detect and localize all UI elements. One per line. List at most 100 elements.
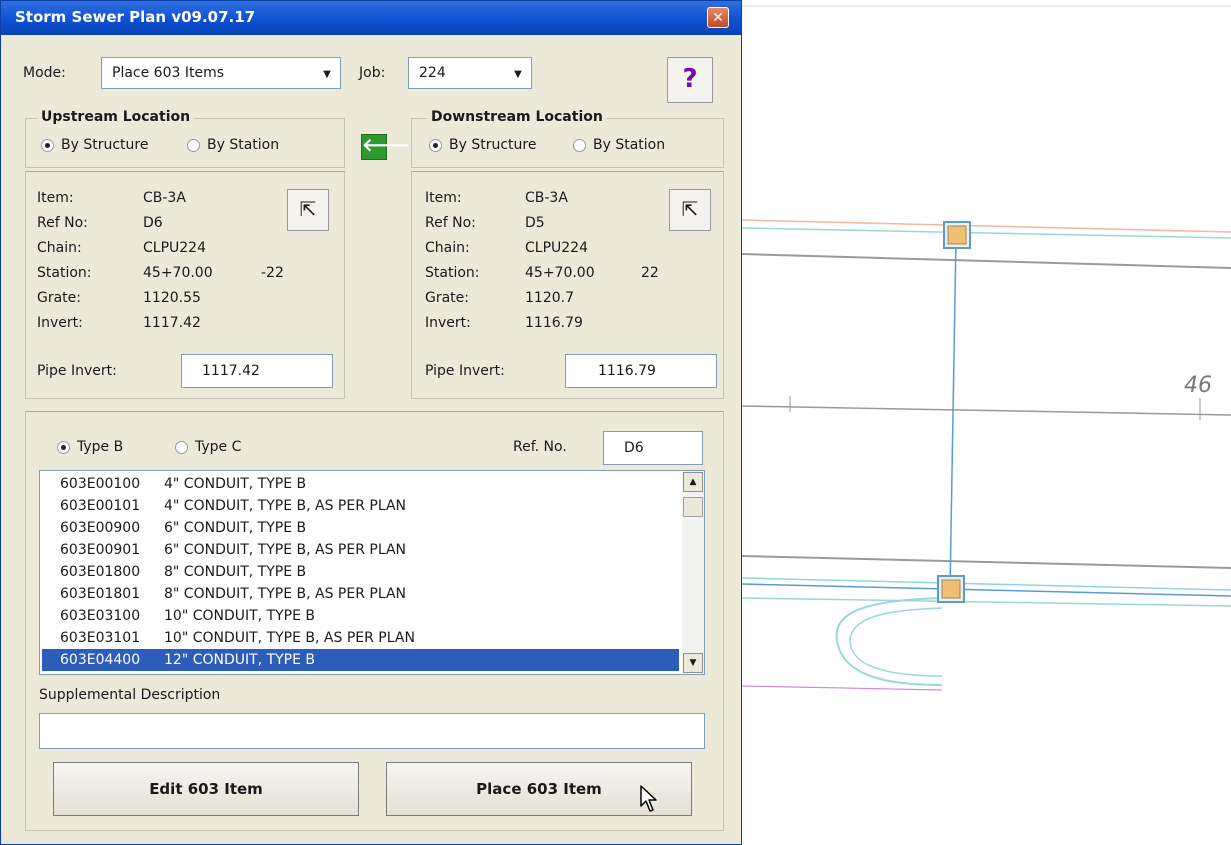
item-description: 10" CONDUIT, TYPE B xyxy=(164,608,316,624)
item-description: 6" CONDUIT, TYPE B xyxy=(164,520,307,536)
list-item[interactable]: 603E04400 12" CONDUIT, TYPE B xyxy=(42,649,679,671)
arrow-left-icon: 🡐 xyxy=(362,135,411,156)
item-description: 8" CONDUIT, TYPE B xyxy=(164,564,307,580)
upstream-title: Upstream Location xyxy=(37,109,195,125)
upstream-pipe-invert-label: Pipe Invert: xyxy=(37,363,117,379)
upstream-station-label: Station: xyxy=(37,265,92,281)
refno-input[interactable]: D6 xyxy=(603,431,703,465)
chevron-down-icon[interactable]: ▼ xyxy=(507,60,529,86)
downstream-title: Downstream Location xyxy=(427,109,607,125)
upstream-refno-label: Ref No: xyxy=(37,215,88,231)
downstream-grate-value: 1120.7 xyxy=(525,290,574,306)
item-code: 603E01800 xyxy=(60,564,141,580)
cursor-select-icon: ⇱ xyxy=(681,197,699,221)
list-item[interactable]: 603E00101 4" CONDUIT, TYPE B, AS PER PLAN xyxy=(42,495,679,517)
list-item[interactable]: 603E00900 6" CONDUIT, TYPE B xyxy=(42,517,679,539)
supplemental-description-input[interactable] xyxy=(39,713,705,749)
downstream-invert-value: 1116.79 xyxy=(525,315,583,331)
mouse-cursor-icon xyxy=(640,785,657,812)
cursor-select-icon: ⇱ xyxy=(299,197,317,221)
help-button[interactable]: ? xyxy=(667,57,713,103)
scroll-thumb[interactable] xyxy=(683,497,703,517)
item-description: 8" CONDUIT, TYPE B, AS PER PLAN xyxy=(164,586,407,602)
item-code: 603E03100 xyxy=(60,608,141,624)
downstream-pipe-invert-value: 1116.79 xyxy=(598,363,656,379)
item-description: 12" CONDUIT, TYPE B xyxy=(164,652,316,668)
list-item[interactable]: 603E00100 4" CONDUIT, TYPE B xyxy=(42,473,679,495)
downstream-by-station-radio[interactable] xyxy=(573,139,586,152)
downstream-by-structure-radio[interactable] xyxy=(429,139,442,152)
downstream-station-label: Station: xyxy=(425,265,480,281)
upstream-item-label: Item: xyxy=(37,190,74,206)
close-button[interactable]: ✕ xyxy=(707,7,729,28)
item-description: 4" CONDUIT, TYPE B xyxy=(164,476,307,492)
upstream-by-structure-radio[interactable] xyxy=(41,139,54,152)
job-value: 224 xyxy=(419,65,446,81)
downstream-refno-label: Ref No: xyxy=(425,215,476,231)
cad-drawing-view[interactable]: 46 xyxy=(742,0,1231,845)
upstream-by-station-radio[interactable] xyxy=(187,139,200,152)
upstream-offset-value: -22 xyxy=(261,265,284,281)
copy-location-button[interactable]: 🡐 xyxy=(361,134,410,160)
type-c-radio[interactable] xyxy=(175,441,188,454)
mode-select[interactable]: Place 603 Items ▼ xyxy=(101,57,341,89)
downstream-grate-label: Grate: xyxy=(425,290,470,306)
upstream-station-value: 45+70.00 xyxy=(143,265,213,281)
screen: Storm Sewer Plan v09.07.17 ✕ Mode: Place… xyxy=(0,0,1231,845)
cad-station-label: 46 xyxy=(1184,373,1212,398)
upstream-pick-structure-button[interactable]: ⇱ xyxy=(287,189,329,231)
downstream-station-value: 45+70.00 xyxy=(525,265,595,281)
upstream-grate-label: Grate: xyxy=(37,290,82,306)
job-label: Job: xyxy=(359,65,386,81)
upstream-grate-value: 1120.55 xyxy=(143,290,201,306)
mode-value: Place 603 Items xyxy=(112,65,225,81)
list-item[interactable]: 603E03100 10" CONDUIT, TYPE B xyxy=(42,605,679,627)
item-code: 603E01801 xyxy=(60,586,141,602)
refno-value: D6 xyxy=(624,440,644,456)
item-description: 6" CONDUIT, TYPE B, AS PER PLAN xyxy=(164,542,407,558)
item-code: 603E00101 xyxy=(60,498,141,514)
title-bar[interactable]: Storm Sewer Plan v09.07.17 ✕ xyxy=(1,1,741,35)
upstream-pipe-invert-value: 1117.42 xyxy=(202,363,260,379)
refno-label: Ref. No. xyxy=(513,439,567,455)
item-code: 603E00901 xyxy=(60,542,141,558)
item-code: 603E00900 xyxy=(60,520,141,536)
chevron-down-icon[interactable]: ▼ xyxy=(316,60,338,86)
downstream-pipe-invert-input[interactable]: 1116.79 xyxy=(565,354,717,388)
window-title: Storm Sewer Plan v09.07.17 xyxy=(15,8,256,26)
scroll-down-button[interactable]: ▼ xyxy=(683,653,703,673)
upstream-pipe-invert-input[interactable]: 1117.42 xyxy=(181,354,333,388)
list-item[interactable]: 603E01801 8" CONDUIT, TYPE B, AS PER PLAN xyxy=(42,583,679,605)
upstream-invert-value: 1117.42 xyxy=(143,315,201,331)
downstream-by-station-label: By Station xyxy=(593,137,666,153)
downstream-invert-label: Invert: xyxy=(425,315,471,331)
downstream-refno-value: D5 xyxy=(525,215,545,231)
item-description: 4" CONDUIT, TYPE B, AS PER PLAN xyxy=(164,498,407,514)
item-code: 603E00100 xyxy=(60,476,141,492)
list-item[interactable]: 603E01800 8" CONDUIT, TYPE B xyxy=(42,561,679,583)
list-item[interactable]: 603E00901 6" CONDUIT, TYPE B, AS PER PLAN xyxy=(42,539,679,561)
upstream-invert-label: Invert: xyxy=(37,315,83,331)
scroll-up-button[interactable]: ▲ xyxy=(683,472,703,492)
upstream-item-value: CB-3A xyxy=(143,190,186,206)
downstream-pipe-invert-label: Pipe Invert: xyxy=(425,363,505,379)
edit-603-item-button[interactable]: Edit 603 Item xyxy=(53,762,359,816)
storm-sewer-dialog: Storm Sewer Plan v09.07.17 ✕ Mode: Place… xyxy=(0,0,742,845)
item-code: 603E04400 xyxy=(60,652,141,668)
upstream-chain-value: CLPU224 xyxy=(143,240,206,256)
downstream-item-value: CB-3A xyxy=(525,190,568,206)
supplemental-description-label: Supplemental Description xyxy=(39,687,221,703)
downstream-chain-value: CLPU224 xyxy=(525,240,588,256)
items-listbox[interactable]: 603E00100 4" CONDUIT, TYPE B 603E00101 4" C… xyxy=(39,470,705,675)
type-c-label: Type C xyxy=(195,439,242,455)
listbox-scrollbar[interactable]: ▲ ▼ xyxy=(682,471,704,674)
upstream-by-structure-label: By Structure xyxy=(61,137,149,153)
list-item[interactable]: 603E03101 10" CONDUIT, TYPE B, AS PER PLA… xyxy=(42,627,679,649)
type-b-radio[interactable] xyxy=(57,441,70,454)
upstream-by-station-label: By Station xyxy=(207,137,280,153)
downstream-by-structure-label: By Structure xyxy=(449,137,537,153)
downstream-pick-structure-button[interactable]: ⇱ xyxy=(669,189,711,231)
upstream-refno-value: D6 xyxy=(143,215,163,231)
item-description: 10" CONDUIT, TYPE B, AS PER PLAN xyxy=(164,630,415,646)
job-select[interactable]: 224 ▼ xyxy=(408,57,532,89)
